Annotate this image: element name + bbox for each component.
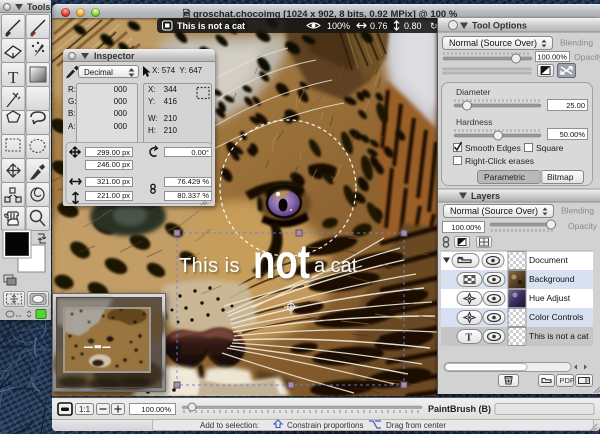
svg-text:not: not [253,236,310,289]
svg-text:Drag from center: Drag from center [386,421,446,430]
svg-text:Hardness: Hardness [456,117,492,127]
svg-text:Right-Click erases: Right-Click erases [465,156,534,166]
svg-text:50.00%: 50.00% [560,130,586,139]
svg-text:Parametric: Parametric [484,172,526,182]
svg-text:T: T [466,333,473,344]
svg-text:100.00%: 100.00% [537,53,567,62]
svg-text:25.00: 25.00 [566,101,585,110]
svg-text:a cat: a cat [314,255,358,277]
svg-text:Document: Document [529,255,568,265]
svg-text:1:1: 1:1 [79,405,91,414]
svg-text:Blending: Blending [561,206,594,216]
svg-text:100%: 100% [327,21,350,31]
svg-text:0.76: 0.76 [370,21,388,31]
svg-text:Smooth Edges: Smooth Edges [465,143,521,153]
svg-text:100.00%: 100.00% [141,405,171,414]
svg-text:Bitmap: Bitmap [547,172,574,182]
svg-text:Background: Background [529,274,575,284]
svg-text:Opacity: Opacity [568,221,598,231]
svg-text:Square: Square [536,143,564,153]
svg-text:PaintBrush (B): PaintBrush (B) [428,404,491,414]
svg-text:Layers: Layers [471,191,500,201]
svg-text:Hue Adjust: Hue Adjust [529,293,571,303]
svg-text:T: T [8,68,19,87]
svg-text:This is: This is [179,255,240,277]
svg-text:Opacity: Opacity [574,52,600,62]
svg-text:↻: ↻ [430,21,437,31]
svg-text:Normal (Source Over): Normal (Source Over) [449,38,537,48]
svg-text:This is not a cat: This is not a cat [177,21,245,31]
svg-text:Constrain proportions: Constrain proportions [287,421,363,430]
svg-text:Blending: Blending [560,38,593,48]
svg-text:This is not a cat: This is not a cat [529,331,589,341]
svg-text:0.80: 0.80 [404,21,422,31]
svg-text:Tool Options: Tool Options [472,21,527,31]
svg-text:Diameter: Diameter [456,87,491,97]
svg-text:Normal (Source Over): Normal (Source Over) [450,206,538,216]
svg-text:Color Controls: Color Controls [529,312,583,322]
svg-text:PDF: PDF [560,376,575,385]
svg-text:Add to selection:: Add to selection: [200,421,259,430]
svg-text:100.00%: 100.00% [451,223,481,232]
